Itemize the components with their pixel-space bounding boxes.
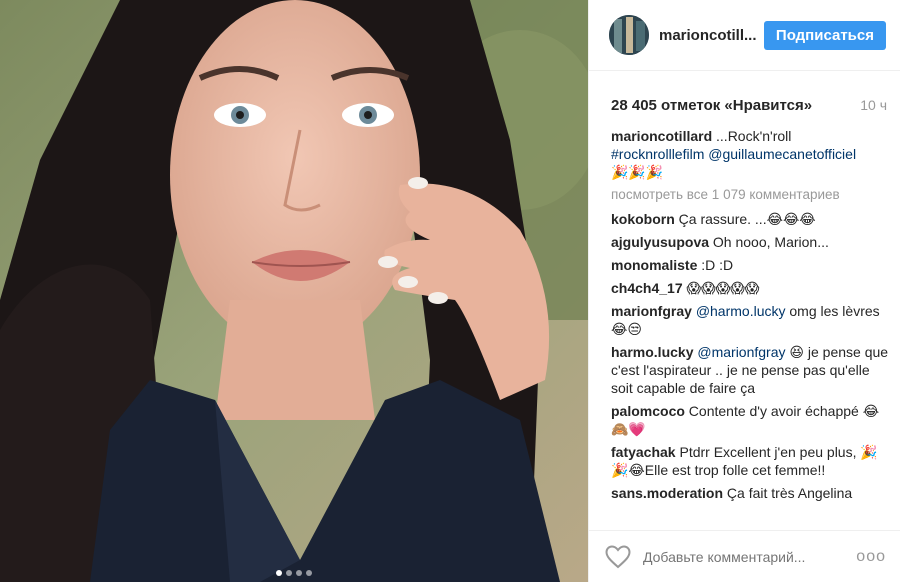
comment-username[interactable]: harmo.lucky xyxy=(611,344,693,360)
comment-item: ajgulyusupova Oh nooo, Marion... xyxy=(611,233,889,251)
carousel-dot-2[interactable] xyxy=(286,570,292,576)
comment-username[interactable]: monomaliste xyxy=(611,257,697,273)
comment-mention[interactable]: @harmo.lucky xyxy=(696,303,786,319)
caption-text: ...Rock'n'roll xyxy=(716,128,792,144)
avatar[interactable] xyxy=(609,15,649,55)
post-header: marioncotill... Подписаться xyxy=(589,0,900,71)
comment-item: sans.moderation Ça fait très Angelina xyxy=(611,484,889,502)
comment-item: marionfgray @harmo.lucky omg les lèvres … xyxy=(611,302,889,338)
comment-text: Oh nooo, Marion... xyxy=(712,234,829,250)
caption-emoji: 🎉🎉🎉 xyxy=(611,164,664,180)
carousel-dot-4[interactable] xyxy=(306,570,312,576)
follow-button[interactable]: Подписаться xyxy=(763,20,886,50)
comment-username[interactable]: sans.moderation xyxy=(611,485,723,501)
carousel-dot-3[interactable] xyxy=(296,570,302,576)
caption-username[interactable]: marioncotillard xyxy=(611,128,712,144)
heart-outline-icon[interactable] xyxy=(605,544,631,569)
caption-hashtag[interactable]: #rocknrolllefilm xyxy=(611,146,704,162)
carousel-dot-1[interactable] xyxy=(276,570,282,576)
comment-bar: ooo xyxy=(589,530,900,582)
comment-item: monomaliste :D :D xyxy=(611,256,889,274)
caption-mention[interactable]: @guillaumecanetofficiel xyxy=(708,146,856,162)
comment-item: harmo.lucky @marionfgray 😆 je pense que … xyxy=(611,343,889,397)
comment-username[interactable]: ch4ch4_17 xyxy=(611,280,683,296)
likes-count[interactable]: 28 405 отметок «Нравится» xyxy=(611,97,812,114)
carousel-dots[interactable] xyxy=(0,570,588,576)
more-options-icon[interactable]: ooo xyxy=(856,548,886,566)
comment-mention[interactable]: @marionfgray xyxy=(697,344,785,360)
comment-text: Ça fait très Angelina xyxy=(726,485,853,501)
post-username[interactable]: marioncotill... xyxy=(659,27,764,44)
view-all-comments-link[interactable]: посмотреть все 1 079 комментариев xyxy=(611,186,889,204)
avatar-image xyxy=(609,15,649,55)
post-sidebar: marioncotill... Подписаться 28 405 отмет… xyxy=(588,0,900,582)
add-comment-input[interactable] xyxy=(641,547,857,566)
comment-username[interactable]: marionfgray xyxy=(611,303,692,319)
comments-list[interactable]: marioncotillard ...Rock'n'roll #rocknrol… xyxy=(611,127,889,527)
comment-username[interactable]: kokoborn xyxy=(611,211,675,227)
comment-item: palomcoco Contente d'y avoir échappé 😂🙈💗 xyxy=(611,402,889,438)
comment-text: Ça rassure. ...😂😂😂 xyxy=(678,211,816,227)
comment-username[interactable]: fatyachak xyxy=(611,444,676,460)
comment-item: fatyachak Ptdrr Excellent j'en peu plus,… xyxy=(611,443,889,479)
comment-username[interactable]: palomcoco xyxy=(611,403,685,419)
comment-username[interactable]: ajgulyusupova xyxy=(611,234,709,250)
post-time[interactable]: 10 ч xyxy=(860,97,887,113)
selfie-image xyxy=(0,0,588,582)
caption: marioncotillard ...Rock'n'roll #rocknrol… xyxy=(611,127,889,181)
instagram-post: marioncotill... Подписаться 28 405 отмет… xyxy=(0,0,900,582)
post-photo[interactable] xyxy=(0,0,588,582)
comment-text: 😱😱😱😱😱 xyxy=(686,280,760,296)
post-meta: 28 405 отметок «Нравится» 10 ч xyxy=(589,71,900,116)
comment-item: ch4ch4_17 😱😱😱😱😱 xyxy=(611,279,889,297)
comment-text: :D :D xyxy=(701,257,734,273)
comment-item: kokoborn Ça rassure. ...😂😂😂 xyxy=(611,210,889,228)
